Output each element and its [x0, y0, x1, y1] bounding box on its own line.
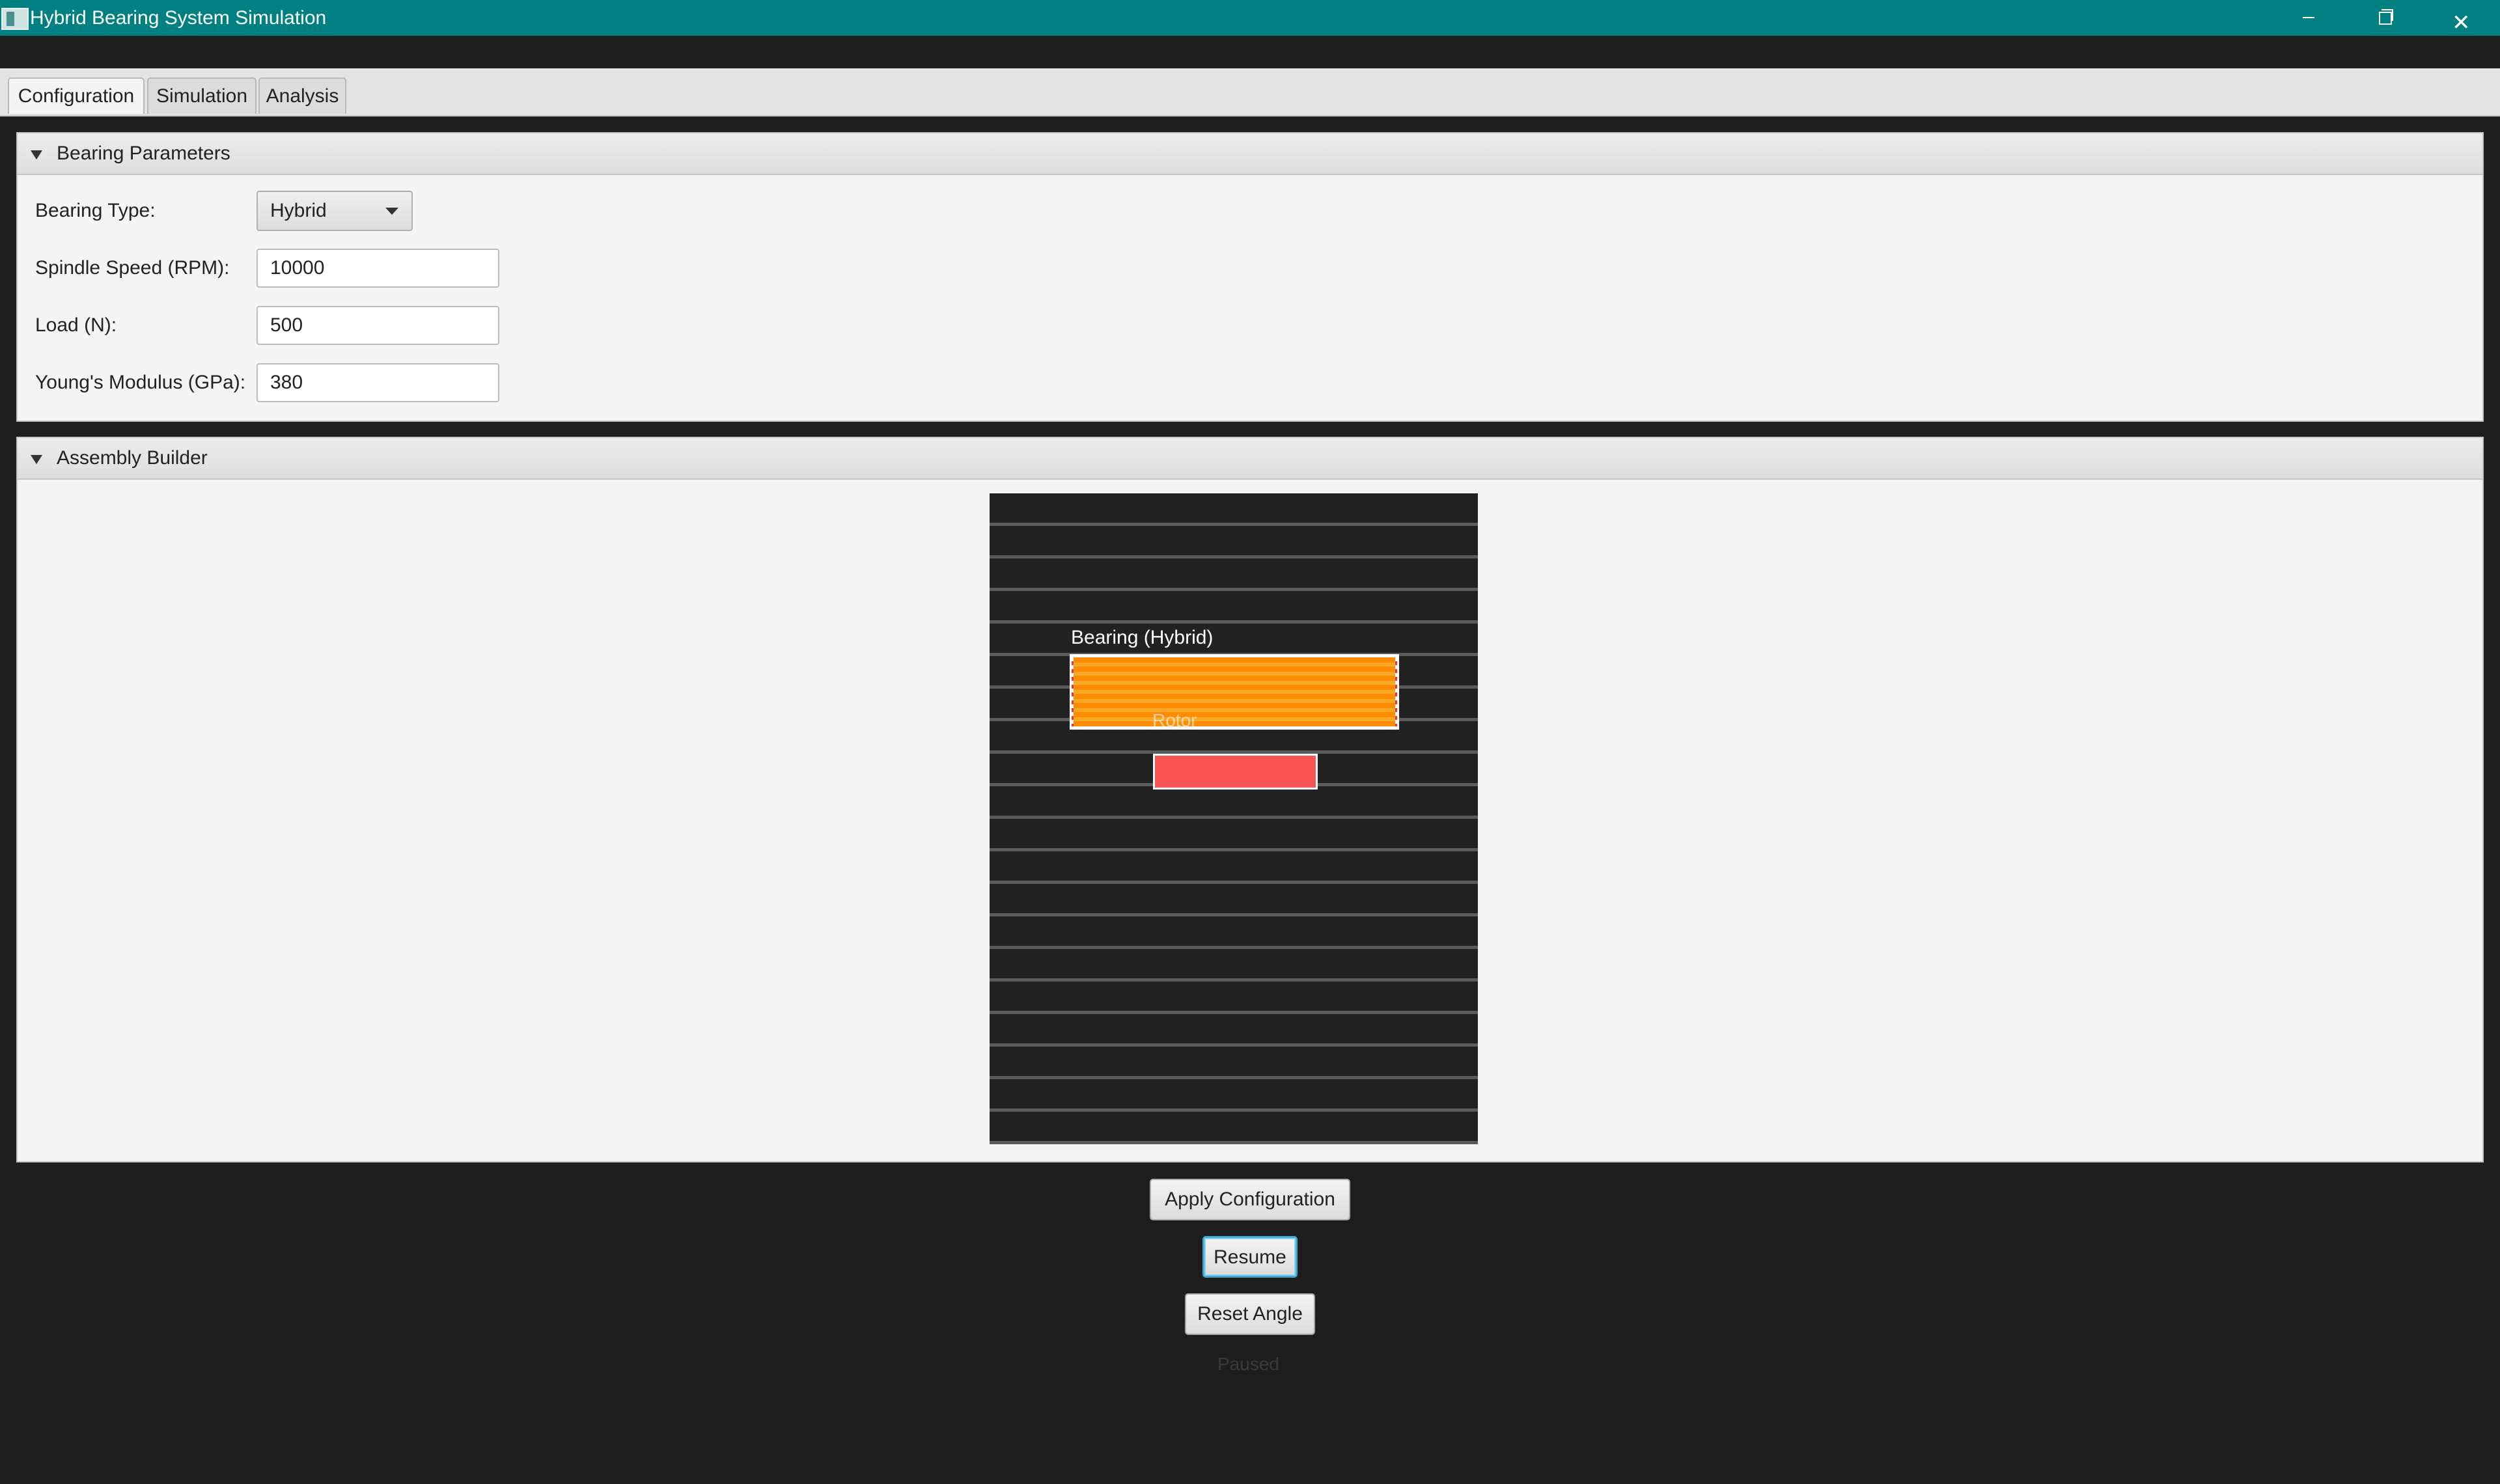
grid-line	[990, 881, 1478, 884]
grid-line	[990, 555, 1478, 558]
bearing-parameters-header[interactable]: Bearing Parameters	[18, 133, 2482, 175]
collapse-triangle-icon	[31, 150, 42, 159]
grid-line	[990, 1011, 1478, 1014]
bearing-component[interactable]	[1070, 654, 1399, 730]
bearing-parameters-panel: Bearing Parameters Bearing Type: Hybrid …	[16, 132, 2484, 422]
load-label: Load (N):	[35, 314, 117, 336]
assembly-builder-title: Assembly Builder	[57, 447, 208, 469]
minimize-button[interactable]	[2271, 0, 2343, 36]
youngs-modulus-label: Young's Modulus (GPa):	[35, 372, 246, 393]
grid-line	[990, 978, 1478, 982]
collapse-triangle-icon	[31, 455, 42, 464]
app-icon	[1, 8, 29, 30]
resume-button[interactable]: Resume	[1202, 1236, 1298, 1278]
apply-configuration-button[interactable]: Apply Configuration	[1150, 1179, 1350, 1220]
grid-line	[990, 1108, 1478, 1112]
assembly-builder-header[interactable]: Assembly Builder	[18, 438, 2482, 480]
tab-analysis[interactable]: Analysis	[258, 77, 346, 114]
tab-bar: Configuration Simulation Analysis	[0, 68, 2500, 117]
close-button[interactable]: ✕	[2423, 0, 2495, 36]
reset-angle-button[interactable]: Reset Angle	[1185, 1293, 1315, 1335]
youngs-modulus-input[interactable]: 380	[257, 363, 499, 402]
grid-line	[990, 523, 1478, 526]
grid-line	[990, 816, 1478, 819]
grid-line	[990, 1043, 1478, 1047]
bearing-type-label: Bearing Type:	[35, 200, 156, 221]
status-text: Paused	[1217, 1354, 1279, 1374]
bearing-type-select[interactable]: Hybrid	[257, 191, 413, 231]
window-title: Hybrid Bearing System Simulation	[30, 7, 327, 29]
rotor-component[interactable]	[1153, 754, 1318, 790]
spindle-speed-input[interactable]: 10000	[257, 249, 499, 288]
bearing-type-value: Hybrid	[270, 200, 327, 221]
minimize-icon	[2303, 17, 2314, 18]
grid-line	[990, 1141, 1478, 1144]
rotor-label: Rotor	[1152, 710, 1197, 730]
load-input[interactable]: 500	[257, 306, 499, 345]
bearing-parameters-title: Bearing Parameters	[57, 143, 230, 164]
restore-icon-front	[2379, 12, 2392, 25]
assembly-canvas[interactable]: Bearing (Hybrid) Rotor	[990, 493, 1478, 1144]
restore-button[interactable]	[2348, 0, 2419, 36]
grid-line	[990, 588, 1478, 591]
tab-configuration[interactable]: Configuration	[8, 77, 145, 114]
grid-line	[990, 913, 1478, 916]
chevron-down-icon	[385, 208, 398, 215]
close-icon: ✕	[2452, 10, 2471, 36]
grid-line	[990, 946, 1478, 949]
bearing-label: Bearing (Hybrid)	[1071, 627, 1214, 648]
title-bar: Hybrid Bearing System Simulation ✕	[0, 0, 2500, 36]
grid-line	[990, 848, 1478, 851]
tab-simulation[interactable]: Simulation	[147, 77, 257, 114]
grid-line	[990, 620, 1478, 624]
spindle-speed-label: Spindle Speed (RPM):	[35, 257, 230, 279]
grid-line	[990, 1076, 1478, 1079]
